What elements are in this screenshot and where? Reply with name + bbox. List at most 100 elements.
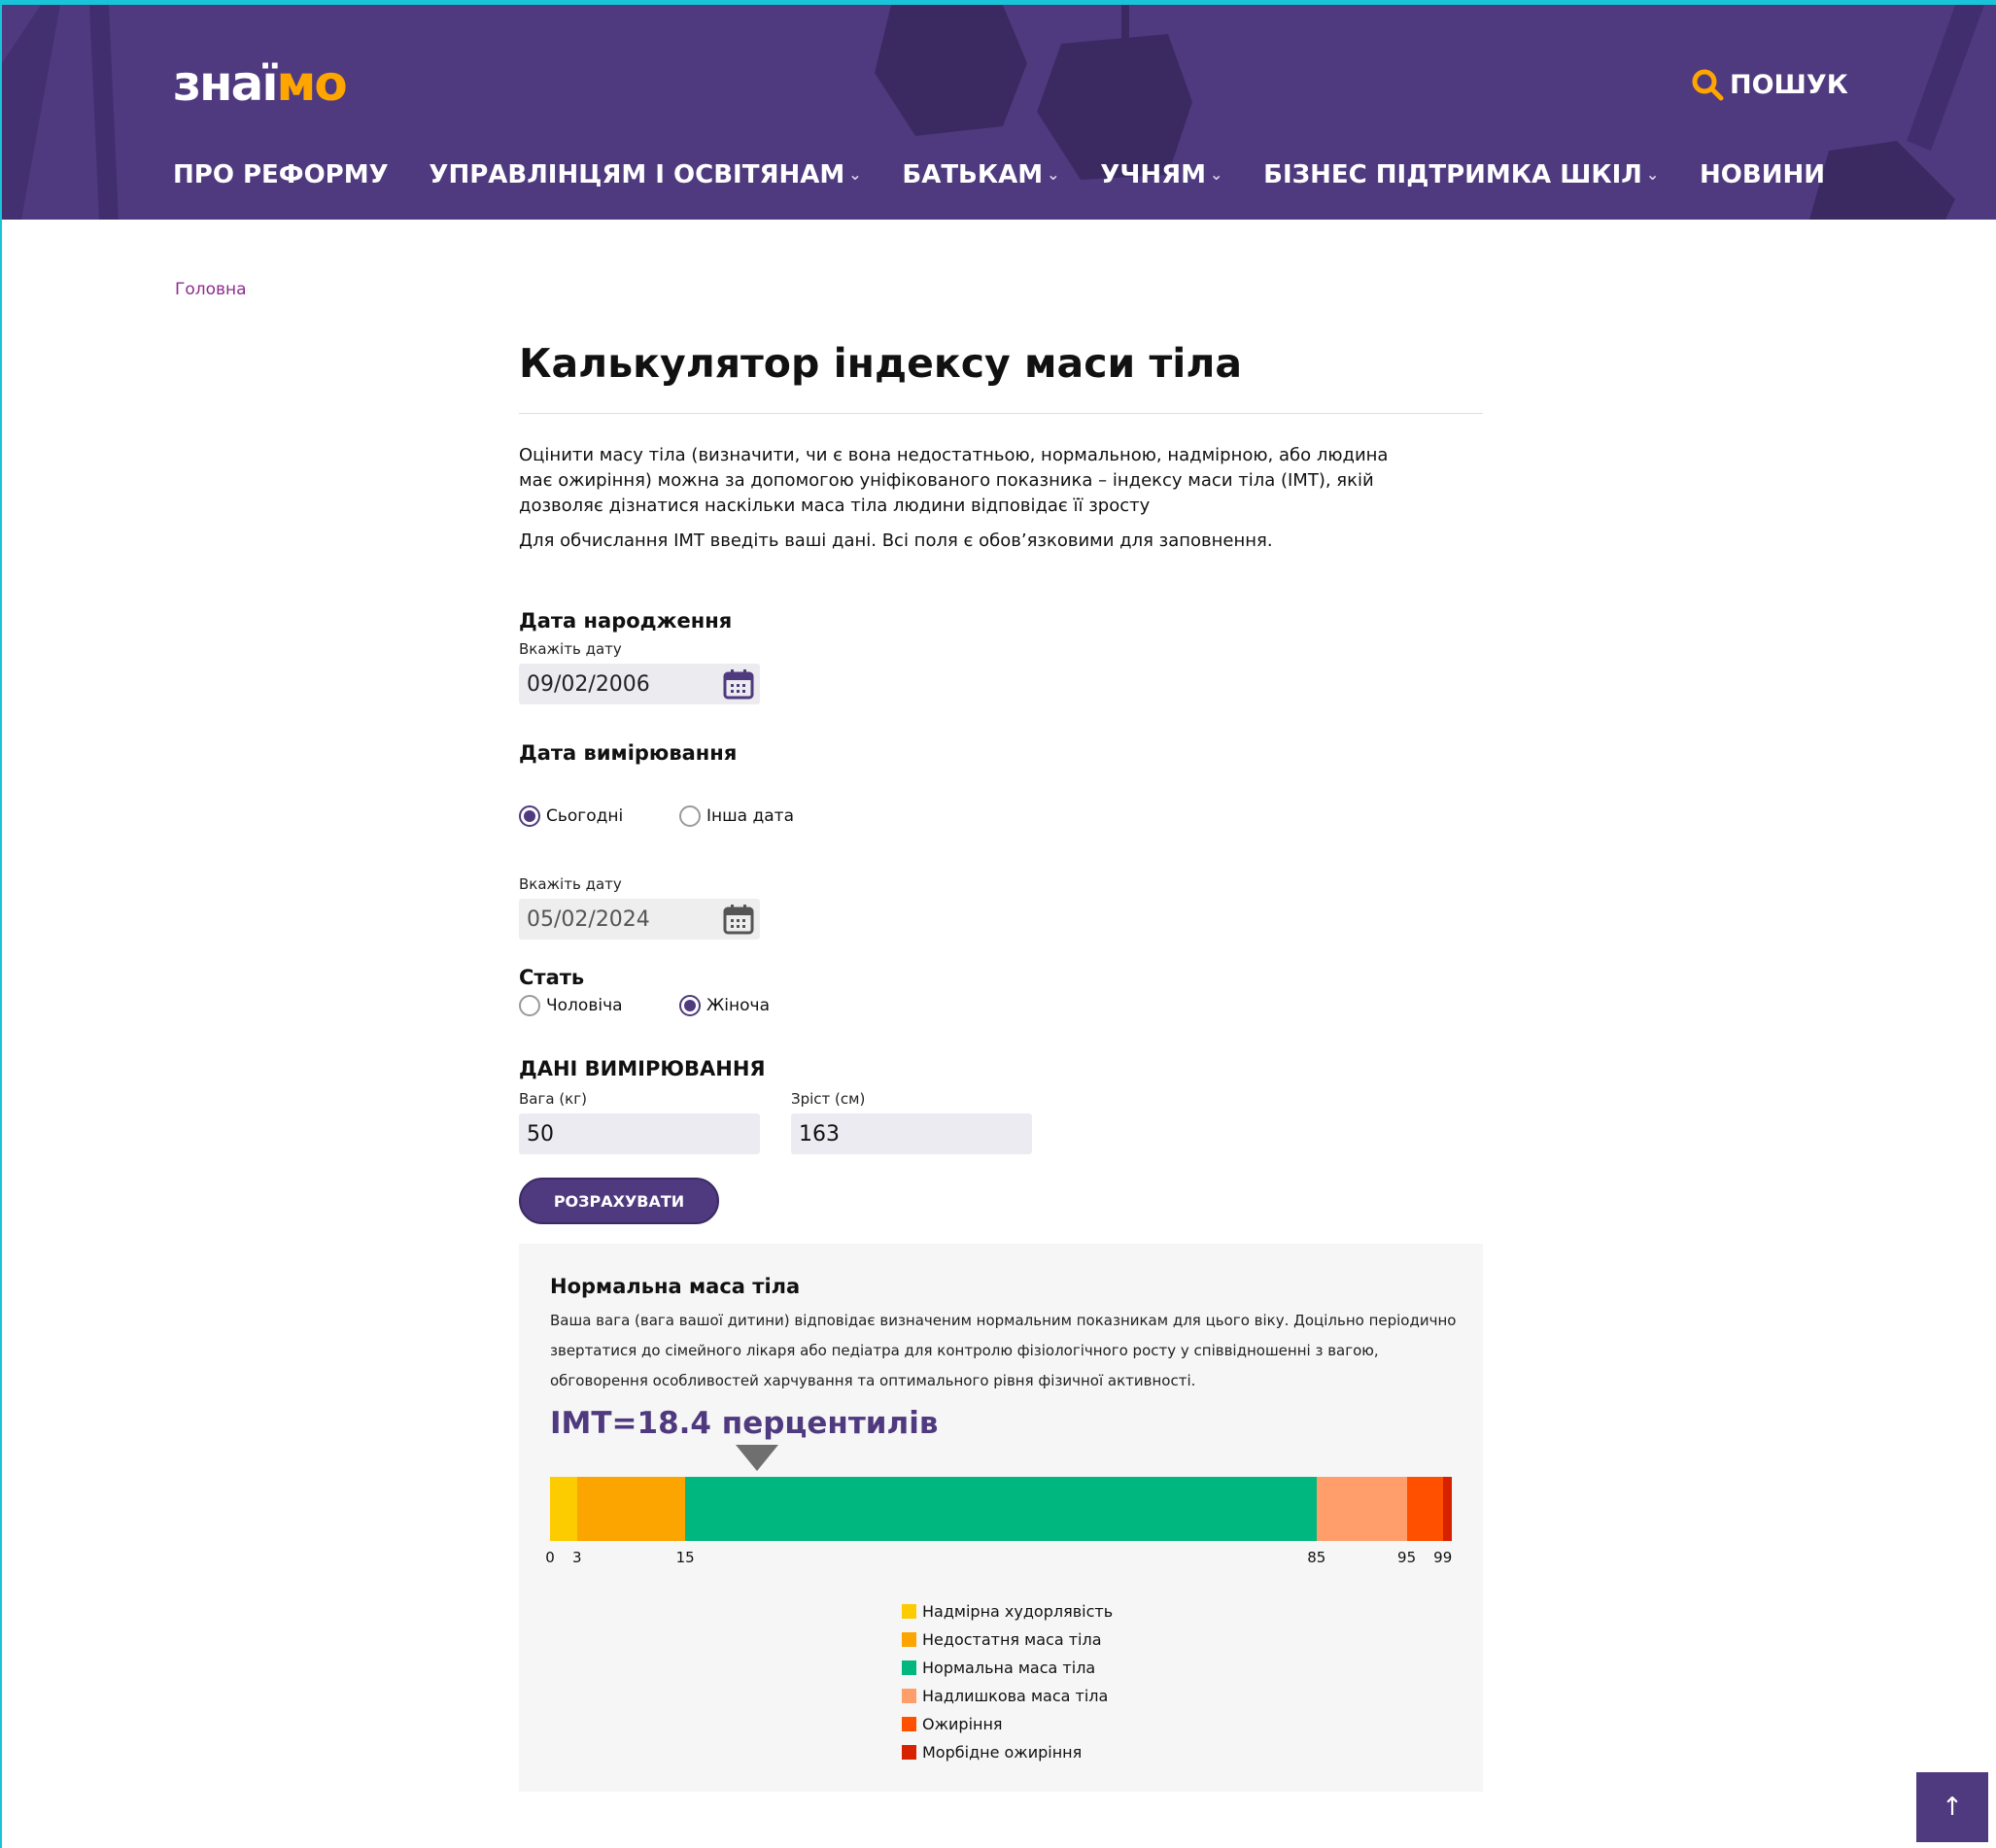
radio-today-label: Сьогодні — [546, 806, 624, 826]
weight-group: Вага (кг) 50 — [519, 1090, 760, 1154]
legend-item: Недостатня маса тіла — [902, 1626, 1113, 1654]
radio-dot[interactable] — [519, 995, 540, 1016]
legend-item: Надмірна худорлявість — [902, 1597, 1113, 1626]
measurements-section: ДАНІ ВИМІРЮВАННЯ Вага (кг) 50 Зріст (см)… — [519, 1057, 1063, 1154]
nav-item-managers[interactable]: УПРАВЛІНЦЯМ І ОСВІТЯНАМ ⌄ — [429, 160, 861, 189]
nav-item-label: НОВИНИ — [1700, 160, 1825, 189]
sex-options: Чоловіча Жіноча — [519, 995, 908, 1016]
result-description: Ваша вага (вага вашої дитини) відповідає… — [550, 1312, 1457, 1389]
bmi-calculator: Калькулятор індексу маси тіла Оцінити ма… — [519, 340, 1483, 1792]
height-input[interactable]: 163 — [791, 1113, 1032, 1154]
intro-text: Оцінити масу тіла (визначити, чи є вона … — [519, 445, 1389, 516]
main-nav: ПРО РЕФОРМУ УПРАВЛІНЦЯМ І ОСВІТЯНАМ ⌄ БА… — [173, 155, 1825, 194]
tick-label: 95 — [1397, 1549, 1417, 1566]
radio-dot-selected[interactable] — [519, 805, 540, 827]
search-icon — [1692, 69, 1724, 101]
chevron-down-icon: ⌄ — [1645, 164, 1660, 184]
legend-item: Морбідне ожиріння — [902, 1738, 1113, 1766]
search-button[interactable]: ПОШУК — [1691, 65, 1848, 104]
legend-item: Ожиріння — [902, 1710, 1113, 1738]
birth-date-section: Дата народження Вкажіть дату 09/02/2006 — [519, 609, 760, 704]
bar-segment-4 — [1406, 1477, 1443, 1541]
chart-legend: Надмірна худорлявість Недостатня маса тіл… — [902, 1597, 1113, 1766]
arrow-up-icon: ↑ — [1942, 1793, 1963, 1822]
legend-label: Надлишкова маса тіла — [922, 1687, 1109, 1705]
nav-item-label: ПРО РЕФОРМУ — [173, 160, 389, 189]
birth-date-label: Вкажіть дату — [519, 640, 622, 658]
legend-item: Надлишкова маса тіла — [902, 1682, 1113, 1710]
height-label: Зріст (см) — [791, 1090, 866, 1108]
bmi-value: ІМТ=18.4 перцентилів — [550, 1406, 939, 1441]
nav-item-reform[interactable]: ПРО РЕФОРМУ — [173, 160, 389, 189]
legend-swatch — [902, 1632, 916, 1647]
radio-female[interactable]: Жіноча — [679, 995, 770, 1016]
measure-date-options: Сьогодні Інша дата — [519, 805, 908, 827]
birth-date-value: 09/02/2006 — [527, 671, 650, 697]
bar-segment-3 — [1316, 1477, 1407, 1541]
calendar-icon[interactable] — [723, 668, 754, 700]
site-header: знаїмо ПОШУК ПРО РЕФОРМУ УПРАВЛІНЦЯМ І О… — [2, 5, 1996, 220]
legend-swatch — [902, 1660, 916, 1675]
radio-other-date[interactable]: Інша дата — [679, 805, 794, 827]
nav-item-label: БАТЬКАМ — [902, 160, 1044, 189]
radio-male-label: Чоловіча — [546, 996, 623, 1015]
percentile-scale-chart: 0 3 15 85 95 99 — [545, 1445, 1453, 1600]
nav-item-business[interactable]: БІЗНЕС ПІДТРИМКА ШКІЛ ⌄ — [1263, 160, 1659, 189]
legend-item: Нормальна маса тіла — [902, 1654, 1113, 1682]
search-label: ПОШУК — [1730, 69, 1848, 100]
breadcrumb-home[interactable]: Головна — [175, 280, 247, 299]
radio-male[interactable]: Чоловіча — [519, 995, 679, 1016]
tick-label: 3 — [572, 1549, 582, 1566]
radio-other-date-label: Інша дата — [706, 806, 794, 826]
bar-segment-1 — [576, 1477, 686, 1541]
nav-item-students[interactable]: УЧНЯМ ⌄ — [1100, 160, 1222, 189]
nav-item-parents[interactable]: БАТЬКАМ ⌄ — [902, 160, 1059, 189]
measurements-title: ДАНІ ВИМІРЮВАННЯ — [519, 1057, 766, 1080]
nav-item-label: УПРАВЛІНЦЯМ І ОСВІТЯНАМ — [429, 160, 845, 189]
radio-female-label: Жіноча — [706, 996, 771, 1015]
chevron-down-icon: ⌄ — [848, 164, 862, 184]
nav-item-news[interactable]: НОВИНИ — [1700, 160, 1825, 189]
radio-dot[interactable] — [679, 805, 701, 827]
percentile-bar — [550, 1477, 1452, 1541]
birth-date-title: Дата народження — [519, 609, 733, 633]
tick-label: 15 — [675, 1549, 695, 1566]
measure-date-field[interactable]: 05/02/2024 — [519, 899, 760, 940]
logo-text-accent: мо — [276, 55, 347, 112]
legend-swatch — [902, 1717, 916, 1731]
legend-label: Надмірна худорлявість — [922, 1602, 1114, 1621]
legend-swatch — [902, 1689, 916, 1703]
bar-segment-2 — [685, 1477, 1317, 1541]
logo-text-main: знаї — [173, 55, 278, 112]
legend-label: Нормальна маса тіла — [922, 1659, 1096, 1677]
legend-label: Недостатня маса тіла — [922, 1630, 1102, 1649]
percentile-pointer — [736, 1445, 779, 1471]
tick-label: 85 — [1307, 1549, 1326, 1566]
nav-item-label: БІЗНЕС ПІДТРИМКА ШКІЛ — [1263, 160, 1642, 189]
calculate-button[interactable]: РОЗРАХУВАТИ — [519, 1178, 719, 1224]
measure-date-section: Дата вимірювання Сьогодні Інша дата Вкаж… — [519, 741, 908, 940]
sex-section: Стать Чоловіча Жіноча — [519, 966, 908, 1016]
result-title: Нормальна маса тіла — [550, 1275, 801, 1298]
back-to-top-button[interactable]: ↑ — [1916, 1772, 1988, 1842]
tick-label: 0 — [545, 1549, 555, 1566]
legend-label: Морбідне ожиріння — [922, 1743, 1083, 1762]
radio-dot-selected[interactable] — [679, 995, 701, 1016]
calendar-icon[interactable] — [723, 904, 754, 935]
bar-segment-5 — [1442, 1477, 1452, 1541]
measurements-fields: Вага (кг) 50 Зріст (см) 163 — [519, 1090, 1063, 1154]
measure-date-value: 05/02/2024 — [527, 907, 650, 932]
bar-segment-0 — [550, 1477, 577, 1541]
birth-date-field[interactable]: 09/02/2006 — [519, 664, 760, 704]
height-group: Зріст (см) 163 — [791, 1090, 1032, 1154]
legend-label: Ожиріння — [922, 1715, 1003, 1733]
site-logo[interactable]: знаїмо — [173, 55, 348, 112]
radio-today[interactable]: Сьогодні — [519, 805, 679, 827]
instruction-text: Для обчислання ІМТ введіть ваші дані. Вс… — [519, 530, 1273, 551]
tick-label: 99 — [1433, 1549, 1453, 1566]
legend-swatch — [902, 1604, 916, 1619]
page-title: Калькулятор індексу маси тіла — [519, 340, 1483, 414]
legend-swatch — [902, 1745, 916, 1760]
weight-label: Вага (кг) — [519, 1090, 587, 1108]
weight-input[interactable]: 50 — [519, 1113, 760, 1154]
